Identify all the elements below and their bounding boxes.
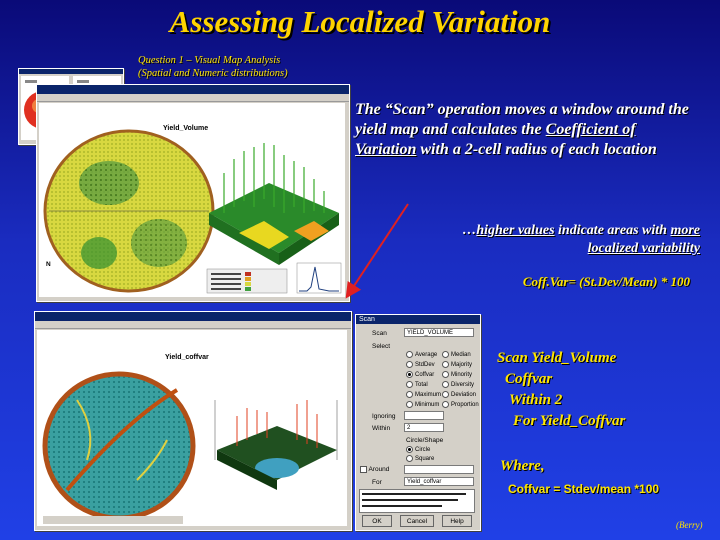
shape-square-radio[interactable]: Square — [406, 455, 434, 462]
yield-coffvar-window: Yield_coffvar — [34, 311, 352, 531]
where-definition: Coffvar = Stdev/mean *100 — [508, 482, 660, 496]
around-label: Around — [368, 466, 390, 474]
around-combo[interactable] — [404, 465, 474, 474]
description-part-1: The “Scan” operation moves a window arou… — [355, 101, 689, 138]
command-preview-text-lines — [362, 493, 466, 507]
command-line-2: Coffvar — [505, 371, 553, 387]
option-median-radio[interactable]: Median — [442, 351, 471, 358]
option-coffvar-radio[interactable]: Coffvar — [406, 371, 434, 378]
subtitle-line-2: (Spatial and Numeric distributions) — [138, 68, 288, 79]
around-checkbox[interactable]: Around — [360, 466, 389, 473]
shape-circle-radio[interactable]: Circle — [406, 446, 430, 453]
scan-dialog-titlebar: Scan — [356, 315, 480, 324]
option-diversity-radio[interactable]: Diversity — [442, 381, 474, 388]
option-minority-radio[interactable]: Minority — [442, 371, 472, 378]
yield-volume-map-label: Yield_Volume — [163, 125, 209, 132]
option-minimum-radio[interactable]: Minimum — [406, 401, 439, 408]
scan-source-label: Scan — [372, 330, 387, 337]
slide-title: Assessing Localized Variation — [169, 4, 551, 39]
option-stddev-radio[interactable]: StdDev — [406, 361, 435, 368]
yield-volume-window: Yield_Volume N — [36, 84, 350, 302]
option-deviation-radio[interactable]: Deviation — [442, 391, 476, 398]
within-combo[interactable]: 2 — [404, 423, 444, 432]
scan-source-combo[interactable]: YIELD_VOLUME — [404, 328, 474, 337]
yield-coffvar-titlebar — [35, 312, 351, 321]
select-label: Select — [372, 343, 391, 350]
yield-coffvar-client: Yield_coffvar — [37, 330, 347, 526]
interpretation-note: …higher values indicate areas with more … — [440, 222, 700, 258]
yield-coffvar-menubar — [35, 321, 351, 329]
subtitle: Question 1 – Visual Map Analysis (Spatia… — [138, 54, 288, 80]
ok-button[interactable]: OK — [362, 515, 392, 527]
help-button[interactable]: Help — [442, 515, 472, 527]
scan-command: Scan Yield_Volume Coffvar Within 2 For Y… — [497, 348, 625, 432]
yield-volume-client: Yield_Volume N — [39, 103, 345, 297]
ignoring-combo[interactable] — [404, 411, 444, 420]
option-majority-radio[interactable]: Majority — [442, 361, 472, 368]
yield-coffvar-map-label: Yield_coffvar — [165, 354, 209, 361]
option-total-radio[interactable]: Total — [406, 381, 428, 388]
note-higher-values: higher values — [476, 223, 555, 238]
command-line-3: Within 2 — [509, 392, 563, 408]
credit: (Berry) — [676, 520, 703, 530]
pointer-arrow — [345, 203, 409, 299]
subtitle-line-1: Question 1 – Visual Map Analysis — [138, 55, 281, 66]
description-part-2: with a 2-cell radius of each location — [416, 141, 657, 158]
scan-dialog: Scan Scan YIELD_VOLUME Select Average St… — [355, 314, 481, 531]
yield-volume-map-image — [43, 129, 342, 294]
within-label: Within — [372, 425, 391, 432]
yield-volume-titlebar — [37, 85, 349, 94]
ignoring-label: Ignoring — [372, 413, 396, 420]
scan-description: The “Scan” operation moves a window arou… — [355, 100, 695, 160]
command-line-4: For Yield_Coffvar — [513, 413, 626, 429]
command-preview-box — [359, 489, 475, 513]
cancel-button[interactable]: Cancel — [400, 515, 434, 527]
north-arrow-label: N — [46, 261, 51, 268]
for-combo[interactable]: Yield_coffvar — [404, 477, 474, 486]
note-mid: indicate areas with — [554, 223, 671, 238]
for-label: For — [372, 479, 382, 486]
note-prefix: … — [462, 223, 477, 238]
where-label: Where, — [500, 458, 545, 474]
option-proportion-radio[interactable]: Proportion — [442, 401, 479, 408]
around-checkbox-box[interactable] — [360, 466, 367, 473]
shape-label: Circle/Shape — [406, 437, 444, 444]
option-maximum-radio[interactable]: Maximum — [406, 391, 441, 398]
yield-volume-menubar — [37, 94, 349, 102]
option-average-radio[interactable]: Average — [406, 351, 437, 358]
coffvar-formula: Coff.Var= (St.Dev/Mean) * 100 — [522, 274, 690, 289]
command-line-1: Scan Yield_Volume — [497, 350, 617, 366]
